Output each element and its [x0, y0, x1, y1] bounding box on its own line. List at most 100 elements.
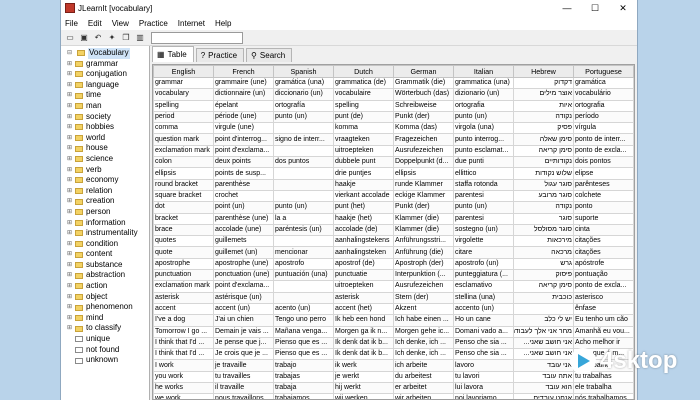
table-row[interactable]: spelling épelant ortografía spelling Schreib… — [153, 99, 634, 112]
table-cell[interactable]: grammatica (de) — [333, 76, 394, 90]
table-cell[interactable]: apóstrofe — [573, 257, 634, 271]
table-cell[interactable]: virgule (une) — [213, 122, 274, 135]
expand-icon[interactable]: ⊞ — [67, 122, 73, 133]
expand-icon[interactable]: ⊞ — [67, 270, 73, 281]
table-cell[interactable]: parenthèse — [213, 178, 274, 191]
table-cell[interactable]: grammaire (une) — [213, 76, 274, 90]
table-cell[interactable]: אתה עובד — [513, 370, 574, 384]
table-cell[interactable]: quote — [153, 246, 214, 259]
table-cell[interactable]: citações — [573, 246, 634, 259]
tree-leaf[interactable]: not found — [61, 345, 149, 356]
table-cell[interactable]: סוגר מרובע — [513, 189, 574, 203]
expand-icon[interactable]: ⊞ — [67, 196, 73, 207]
maximize-button[interactable]: ☐ — [581, 0, 609, 16]
table-cell[interactable]: נקודה — [513, 110, 574, 124]
table-row[interactable]: brace accolade (une) paréntesis (un) accola… — [153, 223, 634, 237]
table-row[interactable]: quotes guillemets aanhalingstekens Anführun… — [153, 235, 634, 248]
tree-folder[interactable]: ⊞ verb — [61, 165, 149, 176]
column-header[interactable]: German — [393, 65, 454, 78]
table-cell[interactable]: דקדוק — [513, 76, 574, 90]
tree-folder[interactable]: ⊞ relation — [61, 186, 149, 197]
table-cell[interactable]: colchete — [573, 189, 634, 203]
table-cell[interactable]: Tengo uno perro — [273, 314, 334, 327]
table-cell[interactable]: sostegno (un) — [453, 223, 514, 237]
table-cell[interactable]: point d'interrog... — [213, 133, 274, 146]
column-header[interactable]: English — [153, 65, 214, 78]
undo-icon[interactable]: ↶ — [93, 33, 103, 43]
vocabulary-table[interactable]: English French Spanish Dutch German Italian He… — [152, 64, 635, 400]
expand-icon[interactable]: ⊞ — [67, 133, 73, 144]
table-cell[interactable]: guillemet (un) — [213, 246, 274, 259]
table-cell[interactable]: virgolette — [453, 235, 514, 248]
table-cell[interactable]: Stern (der) — [393, 291, 454, 304]
menu-practice[interactable]: Practice — [139, 19, 168, 28]
table-cell[interactable]: you work — [153, 370, 214, 384]
table-cell[interactable]: punto (un) — [273, 201, 334, 214]
table-cell[interactable]: parentesi — [453, 212, 514, 225]
table-cell[interactable]: נקודותיים — [513, 156, 574, 169]
table-cell[interactable]: שלוש נקודות — [513, 167, 574, 180]
table-cell[interactable]: puntuación (una) — [273, 269, 334, 282]
table-cell[interactable]: יש לי כלב — [513, 314, 574, 327]
table-cell[interactable]: Mañana venga... — [273, 325, 334, 338]
table-cell[interactable] — [273, 235, 334, 248]
column-header[interactable]: French — [213, 65, 274, 78]
table-cell[interactable]: Domani vado a... — [453, 325, 514, 338]
table-cell[interactable]: virgola (una) — [453, 122, 514, 135]
table-cell[interactable] — [273, 280, 334, 293]
expand-icon[interactable]: ⊞ — [67, 186, 73, 197]
table-cell[interactable]: אוצר מילים — [513, 88, 574, 101]
table-cell[interactable]: uitroepteken — [333, 144, 394, 158]
table-cell[interactable]: du arbeitest — [393, 370, 454, 384]
table-cell[interactable]: parentesi — [453, 189, 514, 203]
column-header[interactable]: Spanish — [273, 65, 334, 78]
table-cell[interactable]: we work — [153, 393, 214, 399]
table-cell[interactable]: er arbeitet — [393, 382, 454, 395]
table-row[interactable]: I work je travaille trabajo ik werk ich arbe… — [153, 359, 634, 372]
table-cell[interactable]: כוכבית — [513, 291, 574, 304]
expand-icon[interactable]: ⊞ — [67, 69, 73, 80]
table-cell[interactable]: round bracket — [153, 178, 214, 191]
table-row[interactable]: you work tu travailles trabajas je werkt du … — [153, 370, 634, 384]
table-cell[interactable]: vocabulário — [573, 88, 634, 101]
table-cell[interactable]: esclamativo — [453, 280, 514, 293]
tree-folder[interactable]: ⊞ condition — [61, 239, 149, 250]
menu-edit[interactable]: Edit — [88, 19, 102, 28]
table-cell[interactable]: brace — [153, 223, 214, 237]
tree-folder[interactable]: ⊞ object — [61, 292, 149, 303]
table-cell[interactable]: parênteses — [573, 178, 634, 191]
table-cell[interactable]: ellipsis — [153, 167, 214, 180]
table-cell[interactable]: elipse — [573, 167, 634, 180]
table-cell[interactable]: gramática — [573, 76, 634, 90]
table-cell[interactable]: tu lavori — [453, 370, 514, 384]
table-cell[interactable]: Anführung (die) — [393, 246, 454, 259]
expand-icon[interactable]: ⊞ — [67, 101, 73, 112]
table-cell[interactable]: accent (het) — [333, 302, 394, 316]
table-cell[interactable]: apostrofo — [273, 257, 334, 271]
table-cell[interactable]: aanhalingsteken — [333, 246, 394, 259]
table-cell[interactable]: Ausrufezeichen — [393, 280, 454, 293]
table-row[interactable]: vocabulary dictionnaire (un) diccionario (… — [153, 88, 634, 101]
tab-table[interactable]: ▦ Table — [152, 46, 194, 62]
table-cell[interactable]: stellina (una) — [453, 291, 514, 304]
expand-icon[interactable]: ⊞ — [67, 90, 73, 101]
table-cell[interactable]: apostrophe — [153, 257, 214, 271]
table-cell[interactable]: פסיק — [513, 122, 574, 135]
table-cell[interactable]: punt (de) — [333, 110, 394, 124]
table-cell[interactable]: Ich habe einen ... — [393, 314, 454, 327]
table-cell[interactable]: crochet — [213, 189, 274, 203]
web-icon[interactable]: ✦ — [107, 33, 117, 43]
expand-icon[interactable]: ⊞ — [67, 112, 73, 123]
table-cell[interactable] — [273, 144, 334, 158]
table-row[interactable]: we work nous travaillons trabajamos wij wer… — [153, 393, 634, 399]
table-cell[interactable]: grammatica (una) — [453, 76, 514, 90]
column-header[interactable]: Hebrew — [513, 65, 574, 78]
table-cell[interactable]: point (un) — [213, 201, 274, 214]
table-cell[interactable]: period — [153, 110, 214, 124]
table-cell[interactable]: lavoro — [453, 359, 514, 372]
table-cell[interactable]: suporte — [573, 212, 634, 225]
table-cell[interactable]: asterisco — [573, 291, 634, 304]
table-cell[interactable]: Punkt (der) — [393, 201, 454, 214]
tab-practice[interactable]: ? Practice — [195, 48, 245, 62]
table-cell[interactable]: quotes — [153, 235, 214, 248]
